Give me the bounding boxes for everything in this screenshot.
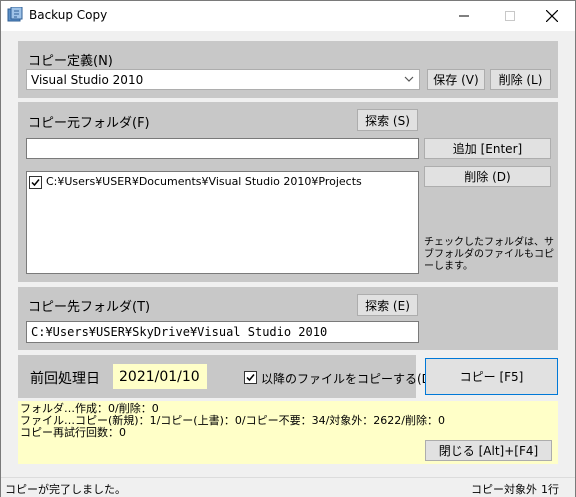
close-window-button[interactable] bbox=[529, 1, 575, 31]
only-after-checkbox[interactable] bbox=[244, 371, 257, 384]
status-line-count: 1行 bbox=[541, 483, 559, 496]
status-message: コピーが完了しました。 bbox=[5, 483, 126, 496]
source-folder-list[interactable]: C:¥Users¥USER¥Documents¥Visual Studio 20… bbox=[26, 171, 419, 274]
maximize-button[interactable] bbox=[487, 1, 533, 31]
destination-folder-input[interactable]: C:¥Users¥USER¥SkyDrive¥Visual Studio 201… bbox=[26, 321, 419, 343]
only-after-label[interactable]: 以降のファイルをコピーする(D) bbox=[261, 370, 436, 387]
result-area: フォルダ…作成：0/削除：0 ファイル…コピー(新規)：1/コピー(上書)：0/… bbox=[18, 401, 558, 464]
result-line-retries: コピー再試行回数：0 bbox=[20, 426, 126, 439]
minimize-button[interactable] bbox=[441, 1, 487, 31]
copy-definition-value: Visual Studio 2010 bbox=[31, 72, 144, 87]
save-definition-button[interactable]: 保存 (V) bbox=[427, 69, 485, 90]
close-icon bbox=[546, 10, 558, 22]
source-folder-panel: コピー元フォルダ(F) 探索 (S) 追加 [Enter] C:¥Users¥U… bbox=[18, 102, 558, 282]
last-run-date[interactable]: 2021/01/10 bbox=[113, 364, 207, 389]
source-item-checkbox[interactable] bbox=[29, 176, 42, 189]
source-search-button[interactable]: 探索 (S) bbox=[357, 109, 418, 131]
delete-source-button[interactable]: 削除 (D) bbox=[424, 166, 551, 187]
maximize-icon bbox=[505, 11, 515, 21]
window-title: Backup Copy bbox=[29, 8, 108, 22]
copy-definition-label: コピー定義(N) bbox=[28, 54, 113, 69]
last-run-label: 前回処理日 bbox=[30, 371, 100, 387]
source-item-path: C:¥Users¥USER¥Documents¥Visual Studio 20… bbox=[46, 175, 362, 188]
destination-search-button[interactable]: 探索 (E) bbox=[357, 294, 418, 316]
source-folder-input[interactable] bbox=[26, 138, 419, 159]
destination-folder-panel: コピー先フォルダ(T) 探索 (E) C:¥Users¥USER¥SkyDriv… bbox=[18, 287, 558, 350]
list-item[interactable]: C:¥Users¥USER¥Documents¥Visual Studio 20… bbox=[29, 175, 409, 191]
status-bar: コピーが完了しました。 コピー対象外 1行 bbox=[1, 477, 575, 497]
chevron-down-icon bbox=[404, 76, 414, 82]
destination-folder-label: コピー先フォルダ(T) bbox=[28, 300, 151, 315]
source-folder-label: コピー元フォルダ(F) bbox=[28, 116, 150, 131]
source-folder-note: チェックしたフォルダは、サブフォルダのファイルもコピーします。 bbox=[424, 237, 554, 272]
minimize-icon bbox=[459, 15, 469, 17]
checkmark-icon bbox=[246, 374, 255, 382]
status-right-text: コピー対象外 bbox=[471, 483, 537, 496]
last-run-panel: 前回処理日 2021/01/10 以降のファイルをコピーする(D) bbox=[18, 355, 436, 398]
checkmark-icon bbox=[31, 179, 40, 187]
backup-copy-window: Backup Copy コピー定義(N) Visual Studio 2010 … bbox=[0, 0, 576, 497]
copy-button[interactable]: コピー [F5] bbox=[425, 358, 558, 395]
copy-definition-combo[interactable]: Visual Studio 2010 bbox=[26, 69, 420, 90]
app-icon bbox=[7, 7, 23, 22]
close-button[interactable]: 閉じる [Alt]+[F4] bbox=[425, 440, 552, 461]
delete-definition-button[interactable]: 削除 (L) bbox=[490, 69, 551, 90]
title-bar[interactable]: Backup Copy bbox=[1, 1, 575, 31]
copy-definition-panel: コピー定義(N) Visual Studio 2010 保存 (V) 削除 (L… bbox=[18, 41, 558, 98]
add-source-button[interactable]: 追加 [Enter] bbox=[424, 138, 551, 159]
